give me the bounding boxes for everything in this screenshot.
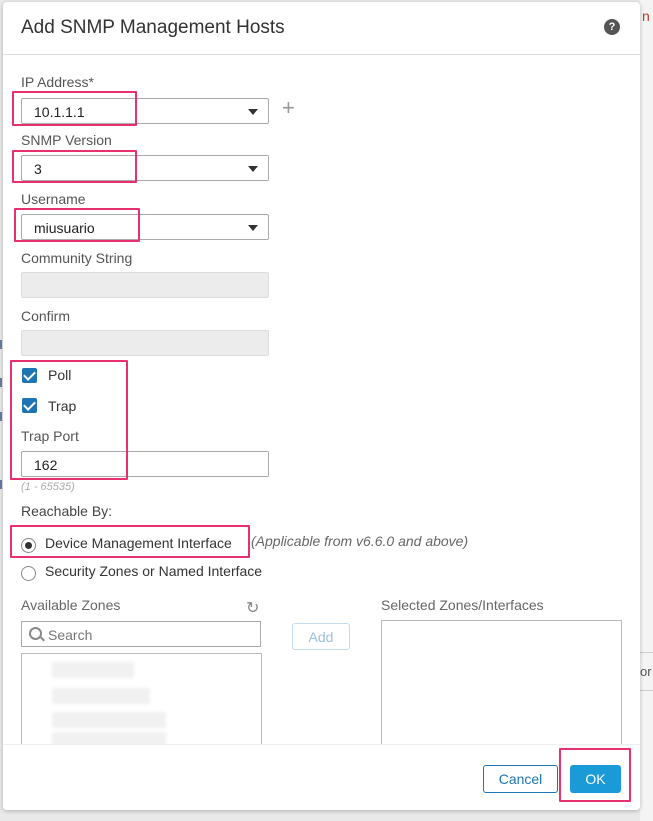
security-zones-radio[interactable] (21, 566, 36, 581)
dialog-header: Add SNMP Management Hosts ? (3, 2, 640, 55)
community-string-label: Community String (21, 250, 133, 266)
security-zones-label: Security Zones or Named Interface (45, 563, 263, 579)
cancel-button[interactable]: Cancel (483, 765, 558, 793)
background-mark (0, 412, 2, 421)
background-partial-right-text: or (640, 664, 652, 679)
list-item[interactable] (52, 688, 150, 704)
confirm-label: Confirm (21, 308, 71, 324)
trap-port-hint: (1 - 65535) (21, 481, 75, 493)
divider (640, 690, 653, 691)
search-icon (29, 627, 42, 640)
applicable-note: (Applicable from v6.6.0 and above) (251, 533, 469, 549)
background-mark (0, 340, 2, 349)
highlight-box (12, 91, 137, 126)
background-panel: n h or (640, 0, 653, 821)
add-button[interactable]: Add (292, 623, 350, 650)
username-label: Username (21, 191, 86, 207)
background-partial-text: n h (642, 8, 653, 24)
snmp-version-label: SNMP Version (21, 132, 112, 148)
available-zones-label: Available Zones (21, 597, 121, 613)
list-item[interactable] (52, 662, 134, 678)
highlight-box (12, 150, 137, 183)
reachable-by-label: Reachable By: (21, 503, 113, 519)
help-icon[interactable]: ? (604, 19, 620, 35)
selected-zones-label: Selected Zones/Interfaces (381, 597, 544, 613)
dialog-title: Add SNMP Management Hosts (21, 17, 285, 38)
highlight-box (10, 360, 128, 480)
refresh-icon[interactable]: ↻ (246, 598, 259, 618)
zones-search-input[interactable]: Search (21, 621, 261, 647)
background-mark (0, 480, 2, 489)
background-mark (0, 378, 2, 387)
chevron-down-icon (248, 166, 258, 172)
plus-icon[interactable]: + (282, 97, 295, 119)
ip-address-label: IP Address* (21, 74, 94, 90)
highlight-box (559, 748, 631, 802)
search-placeholder: Search (48, 627, 93, 643)
highlight-box (14, 208, 140, 242)
chevron-down-icon (248, 109, 258, 115)
confirm-input (21, 330, 269, 356)
chevron-down-icon (248, 225, 258, 231)
highlight-box (10, 525, 250, 558)
community-string-input (21, 272, 269, 298)
divider (640, 652, 653, 653)
list-item[interactable] (52, 712, 166, 728)
snmp-hosts-dialog: Add SNMP Management Hosts ? IP Address* … (3, 2, 640, 810)
